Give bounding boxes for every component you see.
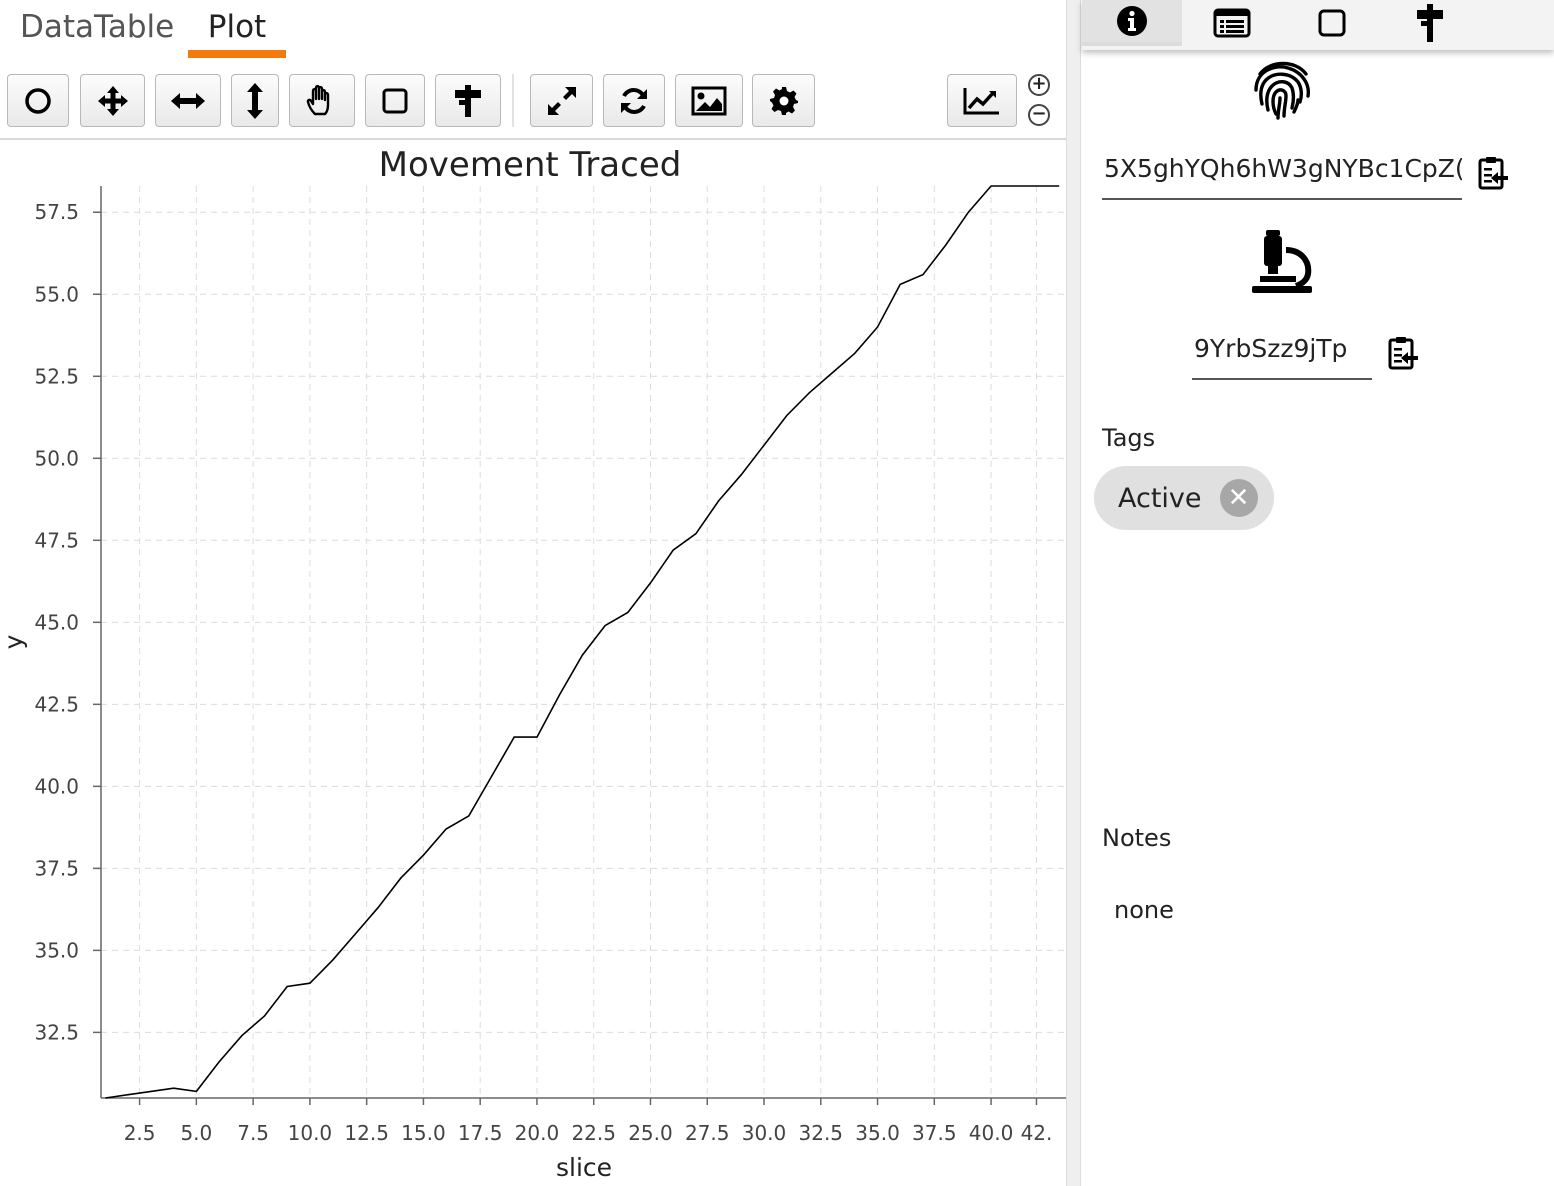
left-pane: DataTable Plot + − Movement Traced 2.5 5… xyxy=(0,0,1066,1186)
y-tick-label: 52.5 xyxy=(34,364,79,388)
series-points xyxy=(105,186,1059,1098)
x-tick-label: 7.5 xyxy=(237,1121,269,1145)
clipboard-copy-icon xyxy=(1388,337,1418,370)
x-tick-label: 10.0 xyxy=(288,1121,333,1145)
y-tick-label: 37.5 xyxy=(34,856,79,880)
gear-icon xyxy=(769,86,798,115)
pan-tool-button[interactable] xyxy=(80,74,145,127)
y-tick-label: 50.0 xyxy=(34,446,79,470)
fingerprint-icon xyxy=(1250,56,1316,127)
sidebar-tab-bar xyxy=(1082,0,1554,50)
x-tick-label: 25.0 xyxy=(628,1121,673,1145)
line-chart[interactable]: Movement Traced 2.5 5.0 7.5 10.0 12.5 15.0 17.… xyxy=(0,140,1066,1186)
tag-chip[interactable]: Active ✕ xyxy=(1094,466,1274,530)
circle-icon xyxy=(25,87,51,114)
y-tick-labels: 32.5 35.0 37.5 40.0 42.5 45.0 47.5 50.0 52.5 55.0… xyxy=(34,200,101,1044)
y-tick-label: 55.0 xyxy=(34,282,79,306)
x-tick-label: 40.0 xyxy=(969,1121,1014,1145)
sidebar-tab-info[interactable] xyxy=(1082,0,1182,46)
x-axis-label: slice xyxy=(556,1153,612,1182)
y-tick-label: 57.5 xyxy=(34,200,79,224)
sample-id-field[interactable]: 9YrbSzz9jTp xyxy=(1192,332,1372,380)
sidebar-tab-list[interactable] xyxy=(1182,0,1282,46)
x-tick-label: 32.5 xyxy=(799,1121,844,1145)
pan-x-tool-button[interactable] xyxy=(155,74,221,127)
sidebar-tab-signpost[interactable] xyxy=(1380,0,1480,46)
tab-bar: DataTable Plot xyxy=(0,0,1066,60)
clipboard-copy-icon xyxy=(1478,157,1508,190)
tag-remove-icon[interactable]: ✕ xyxy=(1219,479,1258,517)
tag-chip-label: Active xyxy=(1118,482,1202,514)
details-sidebar: 5X5ghYQh6hW3gNYBc1CpZ( 9YrbSzz9jTp Tags … xyxy=(1082,0,1554,1186)
x-tick-label: 35.0 xyxy=(855,1121,900,1145)
refresh-tool-button[interactable] xyxy=(603,74,665,127)
x-tick-label: 22.5 xyxy=(571,1121,616,1145)
y-tick-label: 40.0 xyxy=(34,774,79,798)
plot-toolbar: + − xyxy=(0,70,1066,132)
square-icon xyxy=(382,88,408,113)
tab-datatable[interactable]: DataTable xyxy=(0,0,194,58)
move-arrows-icon xyxy=(97,85,128,116)
x-tick-label: 20.0 xyxy=(515,1121,560,1145)
x-tick-label: 2.5 xyxy=(124,1121,156,1145)
signpost-icon xyxy=(455,84,481,117)
line-chart-icon xyxy=(963,87,999,114)
list-icon xyxy=(1213,8,1251,38)
circle-tool-button[interactable] xyxy=(7,74,69,127)
square-icon xyxy=(1318,9,1346,37)
vertical-arrows-icon xyxy=(247,82,263,119)
expand-icon xyxy=(547,86,576,115)
x-tick-label: 30.0 xyxy=(742,1121,787,1145)
x-tick-labels: 2.5 5.0 7.5 10.0 12.5 15.0 17.5 20.0 22.5 25.0 27.… xyxy=(124,1098,1053,1145)
chart-axes xyxy=(100,186,1066,1099)
microscope-icon xyxy=(1250,228,1314,299)
image-icon xyxy=(691,86,727,115)
pan-y-tool-button[interactable] xyxy=(231,74,279,127)
y-tick-label: 45.0 xyxy=(34,610,79,634)
object-id-field[interactable]: 5X5ghYQh6hW3gNYBc1CpZ( xyxy=(1102,152,1462,200)
y-tick-label: 35.0 xyxy=(34,938,79,962)
series-line xyxy=(105,185,1060,1099)
chart-grid xyxy=(101,186,1066,1098)
x-tick-label: 42. xyxy=(1021,1121,1053,1145)
y-tick-label: 32.5 xyxy=(34,1020,79,1044)
chart-tool-button[interactable] xyxy=(947,74,1017,127)
expand-tool-button[interactable] xyxy=(530,74,593,127)
hand-icon xyxy=(306,84,330,115)
split-pane-divider[interactable] xyxy=(1066,0,1081,1186)
notes-value[interactable]: none xyxy=(1114,896,1174,924)
plot-area[interactable]: Movement Traced 2.5 5.0 7.5 10.0 12.5 15.0 17.… xyxy=(0,138,1066,1186)
x-tick-label: 17.5 xyxy=(458,1121,503,1145)
info-icon xyxy=(1117,6,1147,36)
x-tick-label: 37.5 xyxy=(912,1121,957,1145)
copy-id-button[interactable] xyxy=(1478,156,1510,195)
zoom-out-button[interactable]: − xyxy=(1028,104,1050,126)
image-tool-button[interactable] xyxy=(675,74,743,127)
signpost-icon xyxy=(1417,4,1443,42)
x-tick-label: 5.0 xyxy=(180,1121,212,1145)
select-tool-button[interactable] xyxy=(365,74,425,127)
grab-tool-button[interactable] xyxy=(289,74,355,127)
y-tick-label: 47.5 xyxy=(34,528,79,552)
x-tick-label: 12.5 xyxy=(344,1121,389,1145)
signpost-tool-button[interactable] xyxy=(435,74,501,127)
x-tick-label: 27.5 xyxy=(685,1121,730,1145)
notes-label: Notes xyxy=(1102,824,1172,852)
tags-label: Tags xyxy=(1102,424,1156,452)
copy-sample-id-button[interactable] xyxy=(1388,336,1420,375)
y-tick-label: 42.5 xyxy=(34,692,79,716)
sidebar-tab-shape[interactable] xyxy=(1282,0,1382,46)
chart-title: Movement Traced xyxy=(379,145,682,185)
horizontal-arrows-icon xyxy=(171,92,205,109)
y-axis-label: y xyxy=(0,634,28,649)
refresh-icon xyxy=(621,87,647,114)
settings-tool-button[interactable] xyxy=(752,74,815,127)
x-tick-label: 15.0 xyxy=(401,1121,446,1145)
toolbar-separator xyxy=(512,74,514,127)
zoom-in-button[interactable]: + xyxy=(1028,74,1050,96)
tab-plot[interactable]: Plot xyxy=(188,0,286,58)
